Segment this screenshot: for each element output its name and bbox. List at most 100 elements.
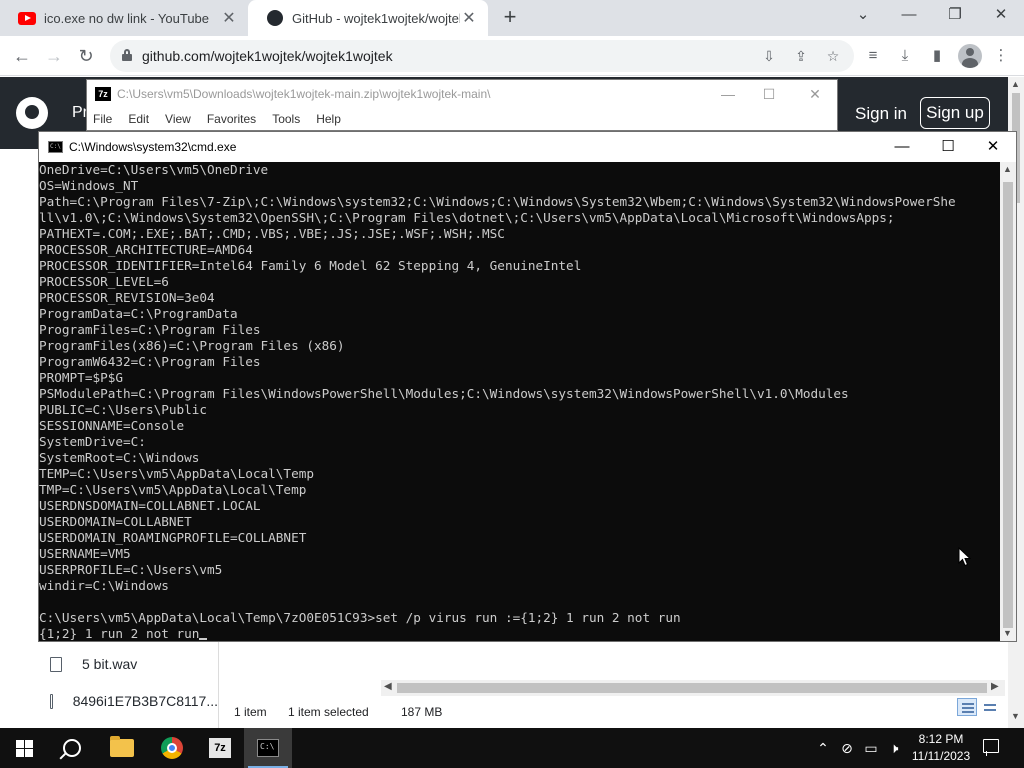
tab-github[interactable]: GitHub - wojtek1wojtek/wojtek1 ✕ [248,0,488,36]
bookmark-star-icon[interactable]: ☆ [822,46,844,66]
menu-help[interactable]: Help [316,112,341,126]
tab-search-icon[interactable]: ⌄ [840,0,886,32]
scroll-right-icon[interactable]: ▶ [991,681,999,692]
sevenzip-title: C:\Users\vm5\Downloads\wojtek1wojtek-mai… [117,87,491,101]
console-line: USERPROFILE=C:\Users\vm5 [39,562,223,577]
text-cursor [199,638,208,640]
menu-favorites[interactable]: Favorites [207,112,256,126]
search-button[interactable] [48,728,96,768]
scroll-down-icon[interactable]: ▼ [1011,711,1020,721]
monitor-icon[interactable]: ▭ [862,738,880,758]
chrome-icon [161,737,183,759]
console-line: PSModulePath=C:\Program Files\WindowsPow… [39,386,849,401]
maximize-button[interactable]: ☐ [925,132,971,161]
cmd-window: C:\ C:\Windows\system32\cmd.exe — ☐ ✕ On… [38,131,1017,642]
file-row[interactable]: 5 bit.wav [34,646,218,682]
close-button[interactable]: ✕ [800,84,830,104]
scroll-left-icon[interactable]: ◀ [384,681,392,692]
file-explorer-icon [110,736,134,757]
mouse-pointer-icon [958,547,972,567]
console-line: ProgramData=C:\ProgramData [39,306,238,321]
minimize-button[interactable]: — [879,132,925,161]
sign-in-link[interactable]: Sign in [855,104,907,124]
system-clock[interactable]: 8:12 PM 11/11/2023 [906,731,976,765]
forward-button[interactable]: → [40,42,68,70]
tab-title: GitHub - wojtek1wojtek/wojtek1 [292,10,460,26]
taskbar-file-explorer[interactable] [98,728,146,768]
cmd-icon: C:\ [48,141,63,153]
address-url: github.com/wojtek1wojtek/wojtek1wojtek [142,48,393,64]
media-control-icon[interactable]: ≡ [862,45,884,67]
taskbar-7zip[interactable]: 7z [196,728,244,768]
taskbar-chrome[interactable] [148,728,196,768]
menu-edit[interactable]: Edit [128,112,149,126]
close-button[interactable]: ✕ [970,132,1016,161]
console-line: OS=Windows_NT [39,178,139,193]
cmd-titlebar[interactable]: C:\ C:\Windows\system32\cmd.exe — ☐ ✕ [39,132,1016,162]
cmd-output: OneDrive=C:\Users\vm5\OneDrive OS=Windows… [39,162,1000,641]
sign-up-button[interactable]: Sign up [920,97,990,129]
details-view-icon[interactable] [957,698,977,716]
cmd-scrollbar[interactable]: ▲ ▼ [1000,162,1016,641]
console-line: TEMP=C:\Users\vm5\AppData\Local\Temp [39,466,314,481]
file-name[interactable]: 8496i1E7B3B7C8117... [73,693,218,709]
reload-button[interactable]: ↻ [72,42,100,70]
menu-kebab-icon[interactable]: ⋮ [990,45,1012,67]
menu-view[interactable]: View [165,112,191,126]
restore-button[interactable]: ❐ [932,0,978,32]
taskbar-cmd[interactable]: C:\ [244,728,292,768]
install-icon[interactable]: ⇩ [758,46,780,66]
address-bar[interactable]: github.com/wojtek1wojtek/wojtek1wojtek ⇩… [110,40,854,72]
file-name[interactable]: 5 bit.wav [82,656,137,672]
start-button[interactable] [0,728,48,768]
repo-file-list: 5 bit.wav 8496i1E7B3B7C8117... [34,645,218,728]
close-tab-icon[interactable]: ✕ [220,8,238,28]
scroll-thumb[interactable] [1003,182,1013,628]
clock-date: 11/11/2023 [911,749,971,763]
console-line: USERNAME=VM5 [39,546,131,561]
side-panel-icon[interactable]: ▮ [926,45,948,67]
tab-youtube[interactable]: ico.exe no dw link - YouTube ✕ [0,0,248,36]
minimize-button[interactable]: — [886,0,932,32]
profile-avatar-icon[interactable] [958,44,982,68]
browser-tab-bar: ico.exe no dw link - YouTube ✕ GitHub - … [0,0,1024,36]
search-icon [63,739,81,757]
console-line: SESSIONNAME=Console [39,418,185,433]
sevenzip-window: 7z C:\Users\vm5\Downloads\wojtek1wojtek-… [86,79,838,131]
clock-time: 8:12 PM [918,732,964,746]
scroll-up-icon[interactable]: ▲ [1003,164,1012,174]
console-line: PROCESSOR_IDENTIFIER=Intel64 Family 6 Mo… [39,258,582,273]
list-view-icon[interactable] [979,698,999,716]
menu-file[interactable]: File [93,112,112,126]
cmd-console[interactable]: OneDrive=C:\Users\vm5\OneDrive OS=Windows… [39,162,1000,641]
github-icon [266,9,284,27]
back-button[interactable]: ← [8,42,36,70]
scroll-up-icon[interactable]: ▲ [1011,79,1020,89]
console-line: PROCESSOR_REVISION=3e04 [39,290,215,305]
network-icon[interactable]: ⊘ [838,738,856,758]
minimize-button[interactable]: — [713,84,743,104]
new-tab-button[interactable]: + [498,6,522,30]
share-icon[interactable]: ⇪ [790,46,812,66]
scroll-down-icon[interactable]: ▼ [1003,628,1012,638]
console-line: SystemDrive=C: [39,434,146,449]
browser-toolbar: ← → ↻ github.com/wojtek1wojtek/wojtek1wo… [0,36,1024,76]
downloads-icon[interactable]: ⤓ [894,45,916,67]
sevenzip-titlebar[interactable]: 7z C:\Users\vm5\Downloads\wojtek1wojtek-… [87,80,837,108]
github-logo-icon[interactable] [16,97,48,129]
volume-muted-icon[interactable]: 🕨 [884,738,904,758]
menu-tools[interactable]: Tools [272,112,300,126]
console-line: ll\v1.0\;C:\Windows\System32\OpenSSH\;C:… [39,210,895,225]
file-row[interactable]: 8496i1E7B3B7C8117... [34,683,218,719]
console-line: PATHEXT=.COM;.EXE;.BAT;.CMD;.VBS;.VBE;.J… [39,226,505,241]
maximize-button[interactable]: ☐ [754,84,784,104]
sevenzip-horizontal-scrollbar[interactable]: ◀ ▶ [381,680,1005,696]
show-hidden-icons-chevron-icon[interactable]: ⌃ [814,738,832,758]
console-line: C:\Users\vm5\AppData\Local\Temp\7zO0E051… [39,610,681,625]
console-line: SystemRoot=C:\Windows [39,450,200,465]
lock-icon[interactable] [122,49,132,61]
notification-icon[interactable] [983,739,999,756]
scroll-thumb[interactable] [397,683,987,693]
close-tab-icon[interactable]: ✕ [460,8,478,28]
close-window-button[interactable]: ✕ [978,0,1024,32]
